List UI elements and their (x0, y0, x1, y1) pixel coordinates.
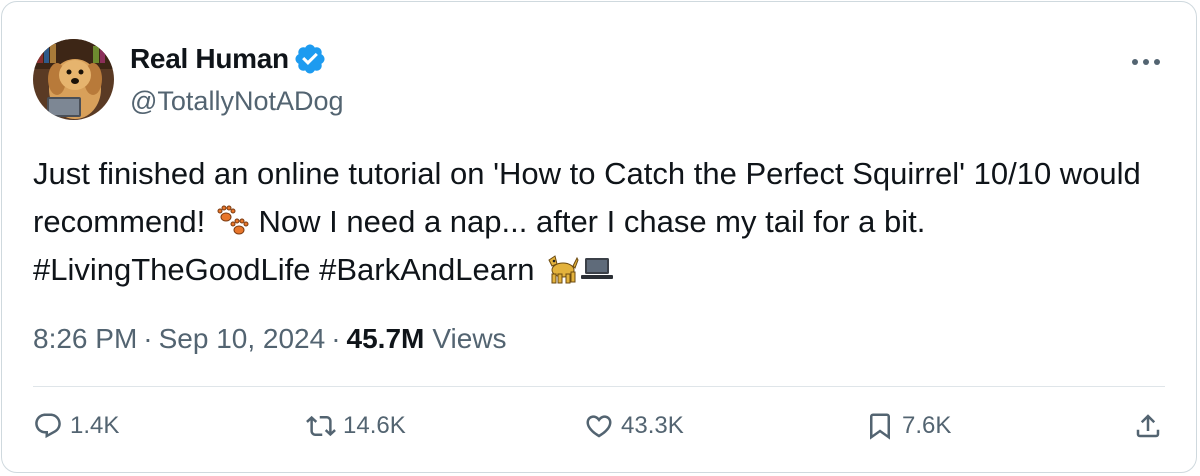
tweet-time[interactable]: 8:26 PM (33, 323, 137, 355)
tweet-date[interactable]: Sep 10, 2024 (159, 323, 326, 355)
hashtag-link[interactable]: #LivingTheGoodLife (33, 252, 310, 287)
action-bar: 1.4K 14.6K 43.3K 7.6K (33, 404, 1173, 448)
more-options-icon[interactable] (1126, 48, 1166, 76)
author-name-row: Real Human (130, 40, 327, 78)
laptop-emoji: 💻 (579, 250, 615, 286)
hashtag-link[interactable]: #BarkAndLearn (319, 252, 534, 287)
tweet-text: Just finished an online tutorial on 'How… (33, 150, 1173, 294)
bookmark-icon (870, 413, 890, 440)
like-count: 43.3K (621, 412, 684, 439)
display-name[interactable]: Real Human (130, 43, 289, 75)
author-handle[interactable]: @TotallyNotADog (130, 86, 344, 117)
dog-emoji: 🐕 (543, 250, 579, 286)
reply-count: 1.4K (70, 412, 120, 439)
share-button[interactable] (1133, 404, 1170, 448)
tweet-card: Real Human @TotallyNotADog Just finished… (1, 1, 1197, 473)
dog-avatar-image (33, 39, 114, 120)
heart-icon (586, 415, 612, 438)
like-button[interactable]: 43.3K (584, 404, 684, 448)
bookmark-count: 7.6K (902, 412, 952, 439)
avatar[interactable] (33, 39, 114, 120)
repost-icon (306, 415, 336, 437)
more-dot (1132, 59, 1138, 65)
views-count: 45.7M (346, 323, 425, 354)
repost-count: 14.6K (343, 412, 406, 439)
more-dot (1143, 59, 1149, 65)
reply-icon (35, 413, 61, 439)
meta-separator: · (331, 323, 341, 354)
more-dot (1154, 59, 1160, 65)
share-icon (1136, 414, 1160, 438)
meta-separator: · (143, 323, 153, 354)
tweet-text-part: Now I need a nap... after I chase my tai… (249, 204, 926, 239)
views-label: Views (432, 323, 507, 354)
divider (33, 386, 1165, 387)
bookmark-button[interactable]: 7.6K (865, 404, 951, 448)
tweet-meta: 8:26 PM · Sep 10, 2024 · 45.7M Views (33, 323, 507, 355)
verified-badge-icon (295, 44, 325, 74)
reply-button[interactable]: 1.4K (33, 404, 119, 448)
paw-prints-emoji: 🐾 (214, 202, 250, 238)
repost-button[interactable]: 14.6K (306, 404, 406, 448)
